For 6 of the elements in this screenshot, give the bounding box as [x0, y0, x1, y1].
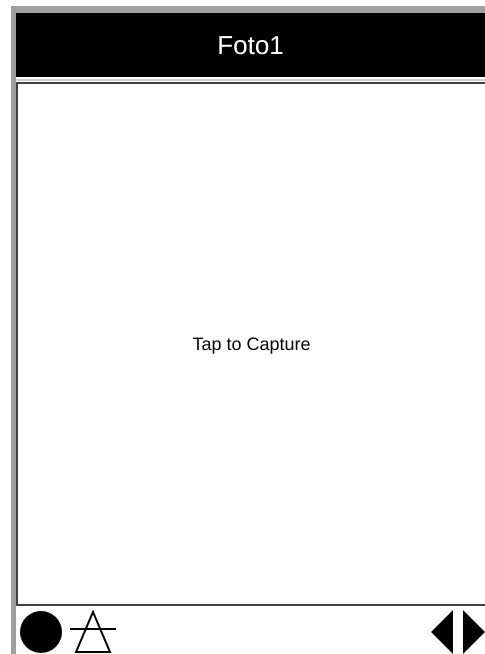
triangle-icon[interactable] — [67, 610, 119, 654]
previous-icon[interactable] — [429, 610, 453, 654]
next-icon[interactable] — [463, 610, 485, 654]
window-title: Foto1 — [217, 28, 284, 62]
viewfinder[interactable]: Tap to Capture — [16, 82, 485, 606]
capture-button-icon[interactable] — [19, 610, 63, 654]
